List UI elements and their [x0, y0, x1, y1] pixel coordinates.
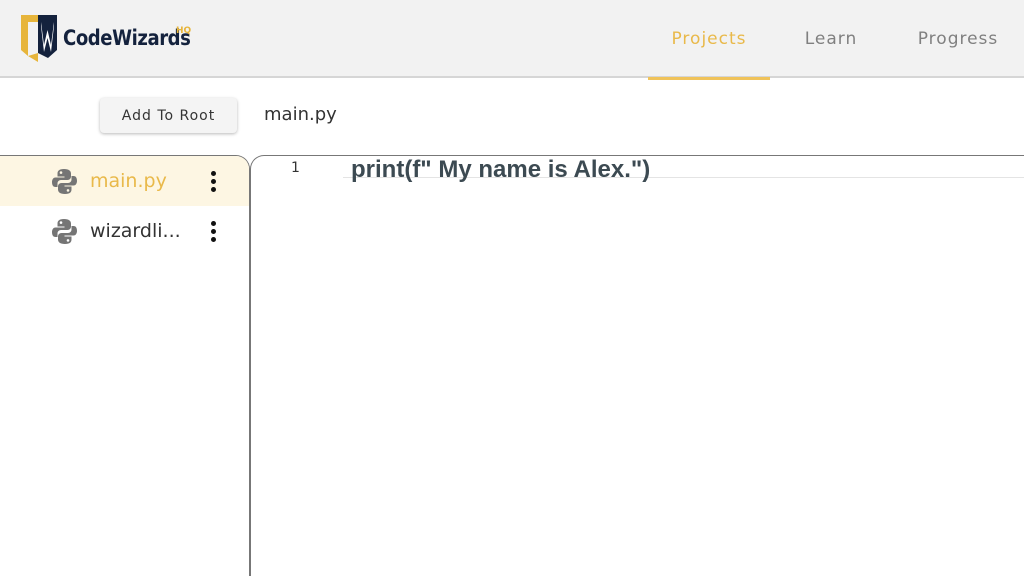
python-icon: [52, 219, 77, 244]
code-line[interactable]: print(f" My name is Alex."): [351, 156, 650, 184]
brand-suffix: HQ: [176, 26, 192, 36]
tab-progress[interactable]: Progress: [892, 0, 1024, 78]
app-header: CodeWizards HQ Projects Learn Progress: [0, 0, 1024, 80]
file-options-kebab-icon[interactable]: [203, 219, 223, 243]
add-to-root-button[interactable]: Add To Root: [100, 98, 237, 133]
tab-projects[interactable]: Projects: [648, 0, 770, 80]
file-options-kebab-icon[interactable]: [203, 169, 223, 193]
file-item-label: main.py: [90, 170, 167, 192]
python-icon: [52, 169, 77, 194]
file-item-wizardlib[interactable]: wizardli...: [0, 206, 249, 256]
file-item-label: wizardli...: [90, 220, 181, 242]
tab-learn[interactable]: Learn: [770, 0, 892, 78]
codewizards-logo-icon: [21, 15, 57, 62]
current-file-title: main.py: [264, 104, 337, 125]
file-item-main-py[interactable]: main.py: [0, 156, 249, 206]
code-editor[interactable]: 1 print(f" My name is Alex."): [250, 155, 1024, 576]
brand-logo[interactable]: CodeWizards: [18, 10, 211, 66]
line-number: 1: [291, 160, 300, 176]
brand-name: CodeWizards: [63, 25, 191, 50]
file-sidebar: main.py wizardli...: [0, 155, 250, 576]
